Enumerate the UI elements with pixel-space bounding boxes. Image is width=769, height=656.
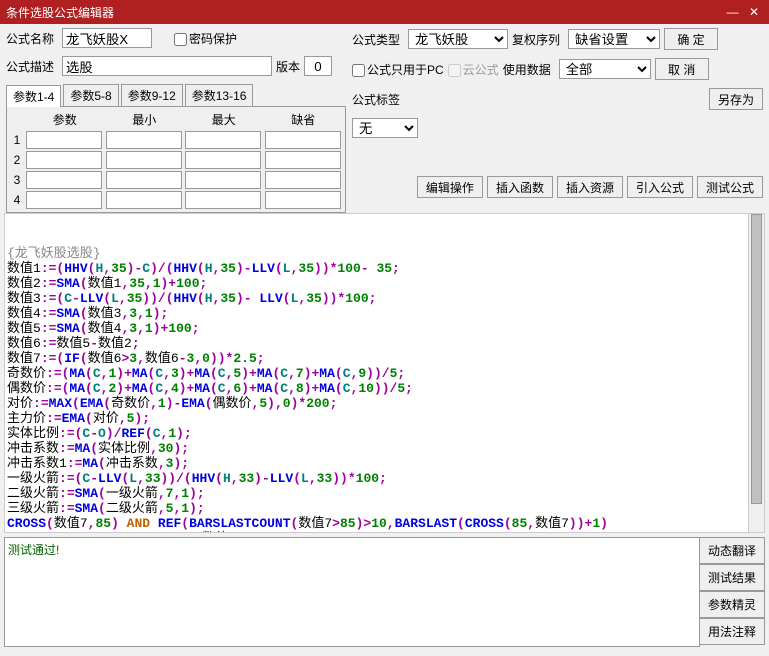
paramwiz-button[interactable]: 参数精灵 xyxy=(700,591,765,618)
ver-input[interactable] xyxy=(304,56,332,76)
name-label: 公式名称 xyxy=(6,30,58,47)
scrollbar-thumb[interactable] xyxy=(751,214,762,504)
param-cell[interactable] xyxy=(26,131,102,149)
status-text: 测试通过! xyxy=(8,543,59,557)
saveas-button[interactable]: 另存为 xyxy=(709,88,763,110)
desc-input[interactable] xyxy=(62,56,272,76)
param-row: 2 xyxy=(9,150,343,170)
insfn-button[interactable]: 插入函数 xyxy=(487,176,553,198)
name-input[interactable] xyxy=(62,28,152,48)
type-label: 公式类型 xyxy=(352,31,404,48)
tag-label: 公式标签 xyxy=(352,91,404,108)
pconly-checkbox[interactable] xyxy=(352,64,365,77)
fq-select[interactable]: 缺省设置 xyxy=(568,29,660,49)
tab-params-1-4[interactable]: 参数1-4 xyxy=(6,85,61,107)
param-row: 1 xyxy=(9,130,343,150)
status-box: 测试通过! xyxy=(4,537,700,647)
desc-label: 公式描述 xyxy=(6,58,58,75)
code-editor[interactable]: {龙飞妖股选股}数值1:=(HHV(H,35)-C)/(HHV(H,35)-LL… xyxy=(4,213,765,533)
tab-params-13-16[interactable]: 参数13-16 xyxy=(185,84,254,106)
param-row: 4 xyxy=(9,190,343,210)
ver-label: 版本 xyxy=(276,58,300,75)
pwd-checkbox[interactable] xyxy=(174,33,187,46)
cancel-button[interactable]: 取 消 xyxy=(655,58,709,80)
tab-params-5-8[interactable]: 参数5-8 xyxy=(63,84,118,106)
type-select[interactable]: 龙飞妖股 xyxy=(408,29,508,49)
window-title: 条件选股公式编辑器 xyxy=(6,4,114,21)
param-row: 3 xyxy=(9,170,343,190)
usedata-label: 使用数据 xyxy=(503,61,555,78)
pwd-checkbox-label[interactable]: 密码保护 xyxy=(174,30,237,47)
scrollbar-vertical[interactable] xyxy=(748,214,764,532)
close-icon[interactable]: ✕ xyxy=(745,5,763,19)
impfm-button[interactable]: 引入公式 xyxy=(627,176,693,198)
tag-select[interactable]: 无 xyxy=(352,118,418,138)
pconly-label[interactable]: 公式只用于PC xyxy=(352,61,444,78)
dyntrans-button[interactable]: 动态翻译 xyxy=(700,537,765,564)
cloud-checkbox xyxy=(448,64,461,77)
insres-button[interactable]: 插入资源 xyxy=(557,176,623,198)
test-button[interactable]: 测试公式 xyxy=(697,176,763,198)
ok-button[interactable]: 确 定 xyxy=(664,28,718,50)
param-tabs: 参数1-4 参数5-8 参数9-12 参数13-16 xyxy=(6,84,346,107)
titlebar: 条件选股公式编辑器 — ✕ xyxy=(0,0,769,24)
testres-button[interactable]: 测试结果 xyxy=(700,564,765,591)
param-grid: 参数最小最大缺省 1 2 3 4 xyxy=(6,107,346,213)
usage-button[interactable]: 用法注释 xyxy=(700,618,765,645)
minimize-icon[interactable]: — xyxy=(724,5,742,19)
editop-button[interactable]: 编辑操作 xyxy=(417,176,483,198)
usedata-select[interactable]: 全部 xyxy=(559,59,651,79)
tab-params-9-12[interactable]: 参数9-12 xyxy=(121,84,183,106)
fq-label: 复权序列 xyxy=(512,31,564,48)
cloud-label: 云公式 xyxy=(448,61,499,78)
